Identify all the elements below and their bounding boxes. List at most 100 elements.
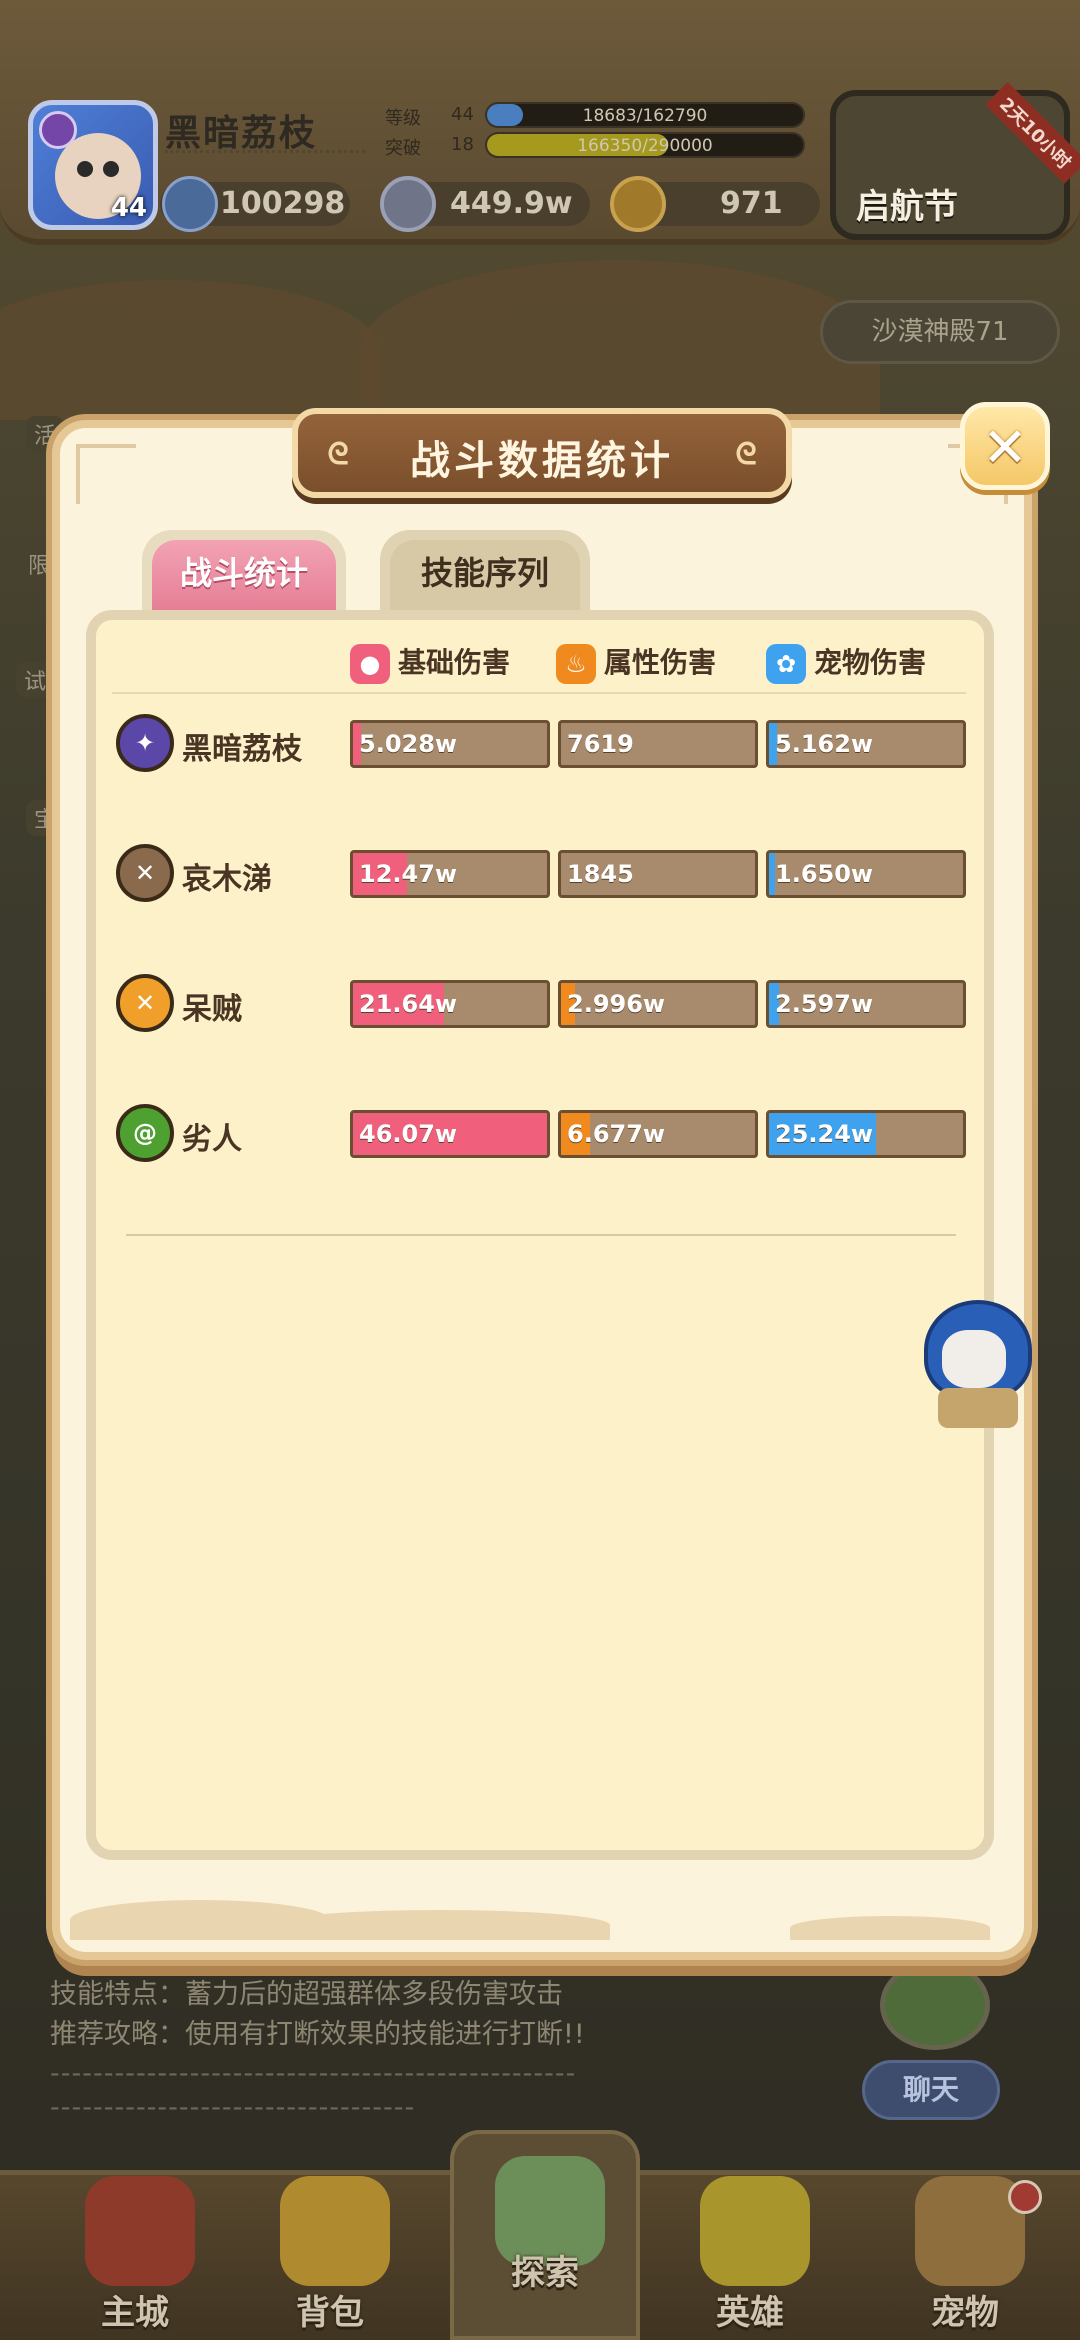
element-damage-bar: 2.996w — [558, 980, 758, 1028]
header-divider — [112, 692, 966, 694]
skill-feature-text: 技能特点：蓄力后的超强群体多段伤害攻击 — [50, 1979, 563, 2010]
player-name: 黑暗荔枝 — [165, 113, 318, 154]
break-progress-text: 166350/290000 — [577, 136, 713, 156]
hero-name: 呆贼 — [182, 992, 242, 1027]
paw-icon: ✿ — [766, 644, 806, 684]
nav-label: 主城 — [101, 2293, 169, 2333]
chat-bubble-icon[interactable] — [880, 1960, 990, 2050]
hero-name: 劣人 — [182, 1122, 242, 1157]
avatar-eye — [103, 161, 119, 177]
bar-value: 12.47w — [359, 860, 458, 888]
silver-value: 449.9w — [450, 186, 573, 221]
tab-battle-stats[interactable]: 战斗统计 — [142, 530, 346, 612]
nav-label: 宠物 — [931, 2293, 999, 2333]
hill-decoration — [790, 1916, 990, 1940]
close-button[interactable]: ✕ — [960, 402, 1050, 490]
bar-value: 25.24w — [775, 1120, 874, 1148]
event-timer-tag: 2天10小时 — [985, 81, 1080, 184]
divider-dashes: ----------------------------------------… — [50, 2058, 577, 2089]
panel-divider — [126, 1234, 956, 1236]
hero-row: ✕ 呆贼 21.64w 2.996w 2.597w — [112, 970, 972, 1040]
level-row: 等级 44 18683/162790 — [385, 102, 825, 132]
avatar-level: 44 — [110, 193, 147, 223]
bar-value: 1.650w — [775, 860, 874, 888]
bar-value: 6.677w — [567, 1120, 666, 1148]
bar-value: 1845 — [567, 860, 634, 888]
character-face — [942, 1330, 1006, 1388]
tab-skill-sequence[interactable]: 技能序列 — [380, 530, 590, 612]
bar-value: 46.07w — [359, 1120, 458, 1148]
side-chip-trial[interactable]: 试 — [16, 662, 55, 698]
backpack-icon — [280, 2176, 390, 2286]
nav-backpack[interactable]: 背包 — [235, 2170, 425, 2340]
castle-icon — [85, 2176, 195, 2286]
level-progress-text: 18683/162790 — [582, 106, 708, 126]
bar-value: 21.64w — [359, 990, 458, 1018]
corner-ornament — [76, 444, 136, 504]
pet-damage-bar: 2.597w — [766, 980, 966, 1028]
hero-row: @ 劣人 46.07w 6.677w 25.24w — [112, 1100, 972, 1170]
nav-explore[interactable]: 探索 — [450, 2150, 640, 2320]
chat-button[interactable]: 聊天 — [862, 2060, 1000, 2120]
name-ornament — [165, 150, 365, 162]
hero-name: 哀木涕 — [182, 862, 272, 897]
dialog-title-plate: ᘓ 战斗数据统计 ᘓ — [292, 408, 792, 498]
bar-value: 2.996w — [567, 990, 666, 1018]
silver-pill: 449.9w — [380, 176, 590, 232]
column-header-pet-damage: ✿ 宠物伤害 — [766, 640, 926, 686]
bar-value: 7619 — [567, 730, 634, 758]
pet-damage-bar: 5.162w — [766, 720, 966, 768]
bar-value: 2.597w — [775, 990, 874, 1018]
hill-decoration — [270, 1910, 610, 1940]
silver-coin-icon — [380, 176, 436, 232]
nav-label: 英雄 — [716, 2293, 784, 2333]
fire-icon: ♨ — [556, 644, 596, 684]
nav-main-city[interactable]: 主城 — [40, 2170, 230, 2340]
player-status-bar: 44 黑暗荔枝 100298 449.9w 971 等级 44 18683/16… — [0, 0, 1080, 245]
dune-decoration — [0, 280, 380, 420]
nav-label: 探索 — [511, 2253, 579, 2293]
close-icon: ✕ — [982, 416, 1028, 479]
tab-label: 技能序列 — [390, 540, 580, 612]
base-damage-bar: 12.47w — [350, 850, 550, 898]
nav-label: 背包 — [296, 2293, 364, 2333]
footer-ornament — [70, 1880, 1010, 1940]
character-body — [938, 1388, 1018, 1428]
power-value: 100298 — [220, 186, 346, 221]
player-avatar[interactable]: 44 — [28, 100, 158, 230]
spiral-icon: @ — [116, 1104, 174, 1162]
event-banner[interactable]: 2天10小时 启航节 — [830, 81, 1080, 240]
bar-value: 5.162w — [775, 730, 874, 758]
shield-crest-icon: ✦ — [116, 714, 174, 772]
level-label: 等级 — [385, 108, 421, 129]
power-pill: 100298 — [160, 176, 350, 232]
pet-damage-bar: 1.650w — [766, 850, 966, 898]
hero-icon — [700, 2176, 810, 2286]
crossed-swords-icon — [162, 176, 218, 232]
gold-coin-plus-icon[interactable] — [610, 176, 666, 232]
nav-heroes[interactable]: 英雄 — [655, 2170, 845, 2340]
gold-pill[interactable]: 971 — [610, 176, 820, 232]
strategy-text: 推荐攻略：使用有打断效果的技能进行打断!! — [50, 2019, 585, 2050]
level-progress-bar: 18683/162790 — [485, 102, 805, 128]
event-label: 启航节 — [856, 187, 958, 227]
bar-fill — [769, 853, 775, 895]
break-value: 18 — [451, 134, 474, 155]
element-damage-bar: 6.677w — [558, 1110, 758, 1158]
column-header-label: 属性伤害 — [604, 646, 717, 679]
element-damage-bar: 1845 — [558, 850, 758, 898]
tab-label: 战斗统计 — [152, 540, 336, 612]
hero-row: ✦ 黑暗荔枝 5.028w 7619 5.162w — [112, 710, 972, 780]
column-header-label: 宠物伤害 — [814, 646, 927, 679]
column-header-base-damage: ● 基础伤害 — [350, 640, 510, 686]
base-damage-bar: 46.07w — [350, 1110, 550, 1158]
element-damage-bar: 7619 — [558, 720, 758, 768]
assistant-character-avatar[interactable] — [918, 1300, 1034, 1430]
hero-row: ✕ 哀木涕 12.47w 1845 1.650w — [112, 840, 972, 910]
dialog-title: 战斗数据统计 — [410, 438, 674, 484]
desert-temple-chip[interactable]: 沙漠神殿71 — [820, 300, 1060, 364]
notification-dot — [1008, 2180, 1042, 2214]
gold-value: 971 — [720, 186, 783, 221]
break-row: 突破 18 166350/290000 — [385, 132, 825, 162]
base-damage-bar: 5.028w — [350, 720, 550, 768]
